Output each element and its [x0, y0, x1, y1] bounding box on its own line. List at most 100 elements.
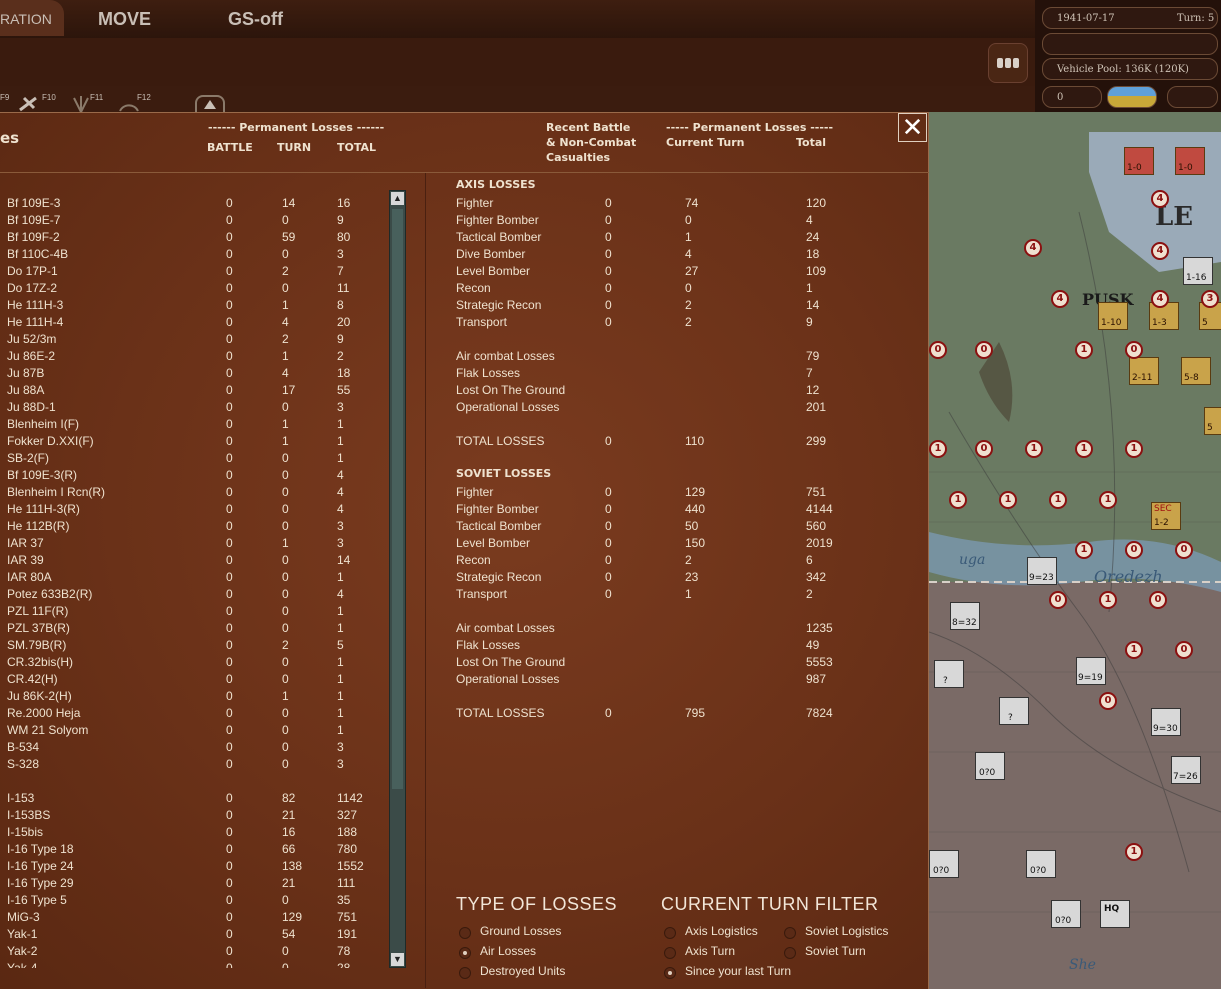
map-unit[interactable]: ?	[999, 697, 1029, 725]
aircraft-row[interactable]: Ju 52/3m 0 2 9	[0, 332, 388, 349]
map-unit[interactable]: 0?0	[1051, 900, 1081, 928]
turn-filter-option-label[interactable]: Soviet Turn	[805, 944, 866, 958]
aircraft-row[interactable]: I-16 Type 24 0 138 1552	[0, 859, 388, 876]
loss-type: Fighter Bomber	[456, 502, 539, 516]
aircraft-row[interactable]: Ju 88A 0 17 55	[0, 383, 388, 400]
hq-unit[interactable]: HQ	[1100, 900, 1130, 928]
aircraft-row[interactable]: Yak-2 0 0 78	[0, 944, 388, 961]
aircraft-row[interactable]: Do 17P-1 0 2 7	[0, 264, 388, 281]
aircraft-row[interactable]	[0, 774, 388, 791]
aircraft-row[interactable]: I-153 0 82 1142	[0, 791, 388, 808]
map-unit[interactable]: 5-8	[1181, 357, 1211, 385]
loss-type-option-radio[interactable]	[459, 927, 471, 939]
map-unit[interactable]: 9=19	[1076, 657, 1106, 685]
map-unit[interactable]: 9=23	[1027, 557, 1057, 585]
aircraft-row[interactable]: B-534 0 0 3	[0, 740, 388, 757]
aircraft-row[interactable]: S-328 0 0 3	[0, 757, 388, 774]
aircraft-row[interactable]: He 112B(R) 0 0 3	[0, 519, 388, 536]
turn-filter-option-label[interactable]: Since your last Turn	[685, 964, 791, 978]
map-unit[interactable]: 1-0	[1175, 147, 1205, 175]
aircraft-list-scrollbar[interactable]: ▲ ▼	[389, 190, 406, 968]
turn-filter-option-label[interactable]: Axis Logistics	[685, 924, 758, 938]
turn-filter-option-radio[interactable]	[664, 927, 676, 939]
aircraft-row[interactable]: I-16 Type 29 0 21 111	[0, 876, 388, 893]
aircraft-row[interactable]: SM.79B(R) 0 2 5	[0, 638, 388, 655]
aircraft-row[interactable]: CR.42(H) 0 0 1	[0, 672, 388, 689]
aircraft-row[interactable]: I-16 Type 5 0 0 35	[0, 893, 388, 910]
map-unit[interactable]: 8=32	[950, 602, 980, 630]
turn-value: 0	[282, 740, 289, 754]
map-unit[interactable]: 0?0	[975, 752, 1005, 780]
up-arrow-icon[interactable]	[195, 95, 225, 112]
aircraft-row[interactable]: Bf 110C-4B 0 0 3	[0, 247, 388, 264]
map-unit[interactable]: 1-10	[1098, 302, 1128, 330]
aircraft-row[interactable]: Yak-1 0 54 191	[0, 927, 388, 944]
weather-icon[interactable]	[1107, 86, 1157, 108]
loss-type-option-label[interactable]: Air Losses	[480, 944, 536, 958]
map-unit[interactable]: ?	[934, 660, 964, 688]
aircraft-row[interactable]: Re.2000 Heja 0 0 1	[0, 706, 388, 723]
gs-toggle[interactable]: GS-off	[228, 9, 283, 30]
aircraft-row[interactable]: I-16 Type 18 0 66 780	[0, 842, 388, 859]
unit-stack-icon[interactable]	[988, 43, 1028, 83]
turn-filter-option-label[interactable]: Axis Turn	[685, 944, 735, 958]
map-unit[interactable]: 9=30	[1151, 708, 1181, 736]
aircraft-row[interactable]: Ju 87B 0 4 18	[0, 366, 388, 383]
aircraft-row[interactable]: CR.32bis(H) 0 0 1	[0, 655, 388, 672]
aircraft-row[interactable]: Blenheim I Rcn(R) 0 0 4	[0, 485, 388, 502]
turn-filter-option-radio[interactable]	[784, 927, 796, 939]
burst-icon[interactable]	[70, 94, 92, 113]
aircraft-row[interactable]: Ju 86E-2 0 1 2	[0, 349, 388, 366]
loss-type-option-radio[interactable]	[459, 947, 471, 959]
map-unit[interactable]: 1-0	[1124, 147, 1154, 175]
aircraft-row[interactable]: IAR 80A 0 0 1	[0, 570, 388, 587]
aircraft-row[interactable]: Bf 109E-3(R) 0 0 4	[0, 468, 388, 485]
aircraft-row[interactable]: I-15bis 0 16 188	[0, 825, 388, 842]
aircraft-row[interactable]: Blenheim I(F) 0 1 1	[0, 417, 388, 434]
aircraft-row[interactable]: WM 21 Solyom 0 0 1	[0, 723, 388, 740]
map-unit[interactable]: 0?0	[929, 850, 959, 878]
aircraft-row[interactable]: Do 17Z-2 0 0 11	[0, 281, 388, 298]
aircraft-row[interactable]: MiG-3 0 129 751	[0, 910, 388, 927]
aircraft-row[interactable]: Fokker D.XXI(F) 0 1 1	[0, 434, 388, 451]
close-button[interactable]: ✕	[898, 113, 927, 142]
move-menu[interactable]: MOVE	[98, 9, 151, 30]
loss-type-option-label[interactable]: Destroyed Units	[480, 964, 565, 978]
aircraft-row[interactable]: He 111H-3(R) 0 0 4	[0, 502, 388, 519]
scrollbar-thumb[interactable]	[392, 209, 403, 789]
map-unit[interactable]: 5	[1204, 407, 1221, 435]
aircraft-row[interactable]: SB-2(F) 0 0 1	[0, 451, 388, 468]
loss-type-option-label[interactable]: Ground Losses	[480, 924, 561, 938]
aircraft-row[interactable]: Bf 109E-3 0 14 16	[0, 196, 388, 213]
aircraft-row[interactable]: Potez 633B2(R) 0 0 4	[0, 587, 388, 604]
scroll-down-icon[interactable]: ▼	[391, 953, 404, 966]
aircraft-row[interactable]: Ju 86K-2(H) 0 1 1	[0, 689, 388, 706]
loss-type-option-radio[interactable]	[459, 967, 471, 979]
turn-filter-option-radio[interactable]	[664, 967, 676, 979]
operation-tab[interactable]: RATION	[0, 0, 64, 36]
turn-filter-option-radio[interactable]	[784, 947, 796, 959]
aircraft-row[interactable]: PZL 37B(R) 0 0 1	[0, 621, 388, 638]
blank-button[interactable]	[1167, 86, 1218, 108]
map-unit[interactable]: 1-16	[1183, 257, 1213, 285]
aircraft-row[interactable]: He 111H-3 0 1 8	[0, 298, 388, 315]
game-map[interactable]: LE PUSK Oredezh uga She 1-0 1-0 1-16 1-1…	[929, 112, 1221, 989]
aircraft-row[interactable]: He 111H-4 0 4 20	[0, 315, 388, 332]
map-unit[interactable]: 0?0	[1026, 850, 1056, 878]
map-unit[interactable]: 1-2 SEC	[1151, 502, 1181, 530]
aircraft-row[interactable]: IAR 37 0 1 3	[0, 536, 388, 553]
map-unit[interactable]: 7=26	[1171, 756, 1201, 784]
map-unit[interactable]: 2-11	[1129, 357, 1159, 385]
scroll-up-icon[interactable]: ▲	[391, 192, 404, 205]
aircraft-row[interactable]: PZL 11F(R) 0 0 1	[0, 604, 388, 621]
turn-value: 0	[282, 604, 289, 618]
turn-filter-option-label[interactable]: Soviet Logistics	[805, 924, 888, 938]
aircraft-row[interactable]: Bf 109F-2 0 59 80	[0, 230, 388, 247]
aircraft-row[interactable]: Yak-4 0 0 28	[0, 961, 388, 968]
aircraft-row[interactable]: Bf 109E-7 0 0 9	[0, 213, 388, 230]
air-mission-icon[interactable]	[18, 94, 40, 112]
aircraft-row[interactable]: Ju 88D-1 0 0 3	[0, 400, 388, 417]
turn-filter-option-radio[interactable]	[664, 947, 676, 959]
aircraft-row[interactable]: IAR 39 0 0 14	[0, 553, 388, 570]
aircraft-row[interactable]: I-153BS 0 21 327	[0, 808, 388, 825]
